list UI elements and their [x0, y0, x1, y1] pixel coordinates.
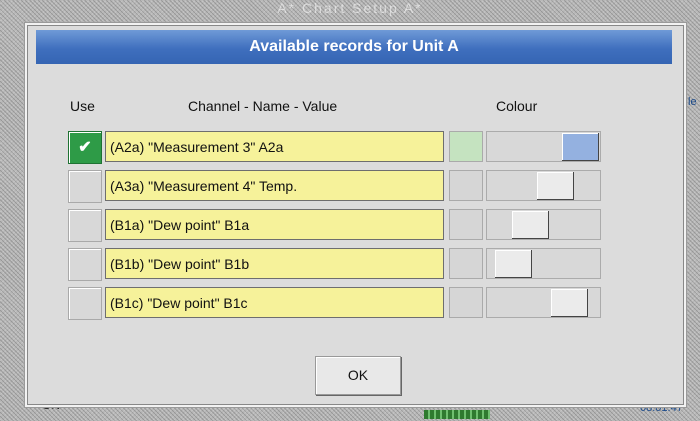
record-channel-field[interactable]: (A2a) "Measurement 3" A2a [105, 131, 444, 162]
colour-slider[interactable] [486, 131, 601, 162]
colour-swatch[interactable] [449, 170, 483, 201]
record-channel-field[interactable]: (B1c) "Dew point" B1c [105, 287, 444, 318]
use-checkbox[interactable] [68, 248, 102, 281]
colour-slider-handle[interactable] [537, 172, 574, 200]
colour-slider-handle[interactable] [495, 250, 532, 278]
record-channel-field[interactable]: (A3a) "Measurement 4" Temp. [105, 170, 444, 201]
record-row: (A3a) "Measurement 4" Temp. [68, 170, 688, 204]
record-channel-field[interactable]: (B1b) "Dew point" B1b [105, 248, 444, 279]
background-side-label: le [688, 96, 697, 108]
use-checkbox[interactable] [68, 170, 102, 203]
colour-swatch[interactable] [449, 131, 483, 162]
colour-column-header: Colour [496, 98, 538, 114]
colour-slider[interactable] [486, 170, 601, 201]
colour-slider[interactable] [486, 287, 601, 318]
record-row: (B1a) "Dew point" B1a [68, 209, 688, 243]
use-checkbox[interactable] [68, 209, 102, 242]
colour-slider-handle[interactable] [551, 289, 588, 317]
colour-swatch[interactable] [449, 287, 483, 318]
record-row: ✔ (A2a) "Measurement 3" A2a [68, 131, 688, 165]
available-records-dialog: Available records for Unit A Use Channel… [27, 25, 684, 405]
colour-swatch[interactable] [449, 248, 483, 279]
record-channel-field[interactable]: (B1a) "Dew point" B1a [105, 209, 444, 240]
colour-slider[interactable] [486, 209, 601, 240]
colour-slider-handle[interactable] [562, 133, 599, 161]
channel-column-header: Channel - Name - Value [188, 98, 338, 114]
background-window-title: A* Chart Setup A* [277, 0, 423, 16]
colour-slider[interactable] [486, 248, 601, 279]
ok-button[interactable]: OK [315, 356, 401, 395]
dialog-title: Available records for Unit A [36, 30, 672, 64]
record-row: (B1c) "Dew point" B1c [68, 287, 688, 321]
colour-swatch[interactable] [449, 209, 483, 240]
record-row: (B1b) "Dew point" B1b [68, 248, 688, 282]
use-column-header: Use [70, 98, 95, 114]
use-checkbox[interactable]: ✔ [68, 131, 102, 164]
background-status-bar [424, 410, 490, 419]
colour-slider-handle[interactable] [512, 211, 549, 239]
use-checkbox[interactable] [68, 287, 102, 320]
